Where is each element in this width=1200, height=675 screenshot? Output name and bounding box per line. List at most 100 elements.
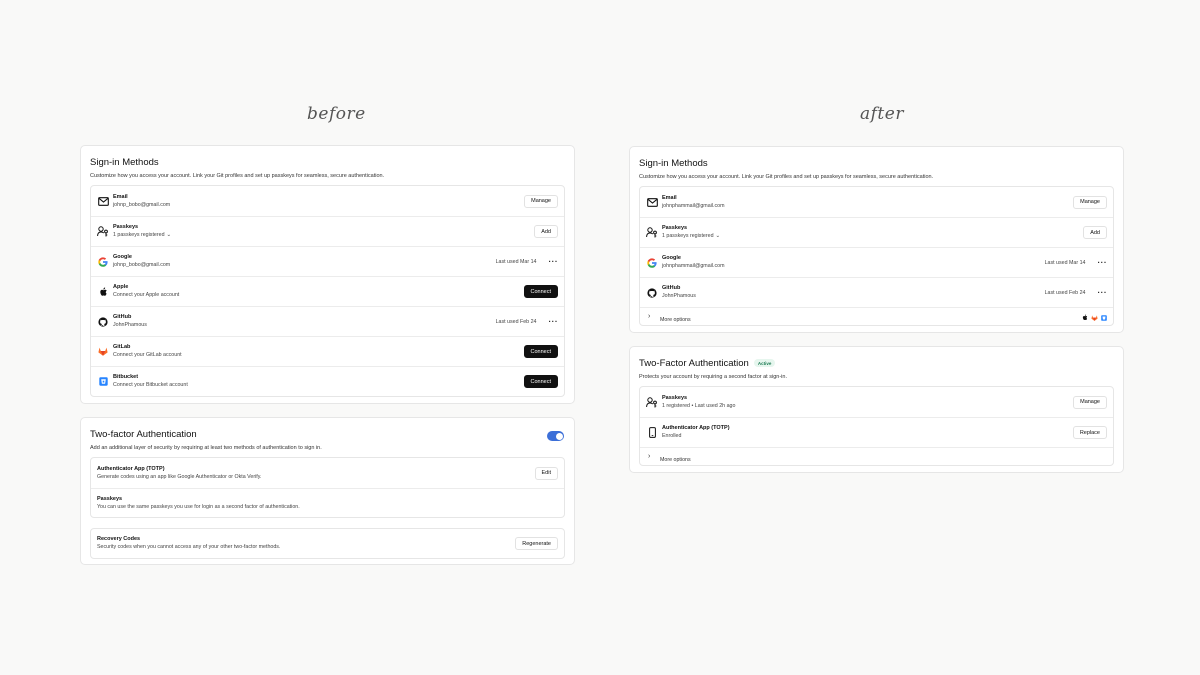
after-twofa-card: Two-Factor Authentication Active Protects… [629, 346, 1124, 473]
method-label: Authenticator App (TOTP) [662, 425, 730, 431]
status-badge: Active [753, 359, 776, 367]
more-icon[interactable]: ··· [549, 317, 559, 325]
card-title: Sign-in Methods [90, 156, 159, 168]
signin-methods-list: Email johnphammail@gmail.com Manage Passk… [639, 186, 1114, 326]
manage-email-button[interactable]: Manage [1073, 195, 1107, 209]
passkeys-row: Passkeys 1 passkeys registered ⌄ Add [640, 217, 1113, 247]
method-label: Authenticator App (TOTP) [97, 465, 165, 472]
signin-methods-list: Email johnp_bobo@gmail.com Manage Passkey… [90, 185, 565, 397]
method-label: Recovery Codes [97, 536, 141, 542]
method-value: Connect your Apple account [113, 292, 180, 298]
bitbucket-icon [97, 376, 109, 388]
two-factor-toggle[interactable] [547, 431, 564, 441]
after-caption: after [860, 104, 904, 124]
method-value: JohnPhamous [113, 322, 147, 328]
google-icon [97, 256, 109, 268]
method-value: johnp_bobo@gmail.com [113, 262, 171, 268]
provider-icons [1082, 308, 1107, 326]
regenerate-button[interactable]: Regenerate [515, 537, 558, 550]
google-row: Google johnphammail@gmail.com Last used M… [640, 247, 1113, 277]
card-description: Add an additional layer of security by r… [90, 445, 322, 451]
bitbucket-icon [1101, 308, 1107, 326]
last-used: Last used Mar 14 [1044, 259, 1086, 266]
before-caption: before [307, 104, 366, 124]
manage-passkeys-button[interactable]: Manage [1073, 395, 1107, 409]
add-passkey-button[interactable]: Add [1083, 226, 1107, 239]
mail-icon [646, 196, 658, 208]
more-options-label: More options [660, 316, 691, 323]
more-options-row[interactable]: › More options [640, 307, 1113, 325]
more-icon[interactable]: ··· [1098, 288, 1108, 296]
github-icon [97, 316, 109, 328]
replace-authenticator-button[interactable]: Replace [1072, 426, 1107, 439]
before-signin-card: Sign-in Methods Customize how you access… [80, 145, 575, 404]
more-icon[interactable]: ··· [1098, 258, 1108, 266]
recovery-codes-row: Recovery Codes Security codes when you ca… [91, 529, 564, 558]
add-passkey-button[interactable]: Add [534, 225, 558, 238]
method-label: Passkeys [662, 225, 688, 231]
gitlab-icon [1091, 308, 1098, 326]
more-icon[interactable]: ··· [549, 257, 559, 265]
method-label: Google [662, 255, 681, 261]
authenticator-row: Authenticator App (TOTP) Enrolled Replace [640, 417, 1113, 447]
card-title: Two-factor Authentication [90, 428, 197, 440]
last-used: Last used Feb 24 [495, 318, 537, 325]
github-row: GitHub JohnPhamous Last used Feb 24 ··· [91, 306, 564, 336]
method-value: Generate codes using an app like Google … [97, 473, 262, 480]
method-value: Enrolled [662, 433, 682, 439]
method-label: GitLab [113, 344, 131, 350]
before-twofa-card: Two-factor Authentication Add an additio… [80, 417, 575, 565]
manage-email-button[interactable]: Manage [524, 194, 558, 208]
method-value: Connect your Bitbucket account [113, 382, 188, 388]
more-options-row[interactable]: › More options [640, 447, 1113, 465]
google-row: Google johnp_bobo@gmail.com Last used Mar… [91, 246, 564, 276]
github-row: GitHub JohnPhamous Last used Feb 24 ··· [640, 277, 1113, 307]
mail-icon [97, 195, 109, 207]
last-used: Last used Mar 14 [495, 258, 537, 265]
card-description: Protects your account by requiring a sec… [639, 374, 787, 380]
gitlab-icon [97, 346, 109, 358]
phone-icon [646, 427, 658, 439]
more-options-label: More options [660, 456, 691, 463]
method-value: 1 registered • Last used 2h ago [662, 402, 736, 409]
method-label: Passkeys [113, 224, 139, 230]
method-label: Passkeys [662, 394, 688, 401]
method-value: johnphammail@gmail.com [662, 202, 725, 209]
chevron-down-icon[interactable]: ⌄ [167, 231, 171, 239]
method-value: 1 passkeys registered [113, 232, 165, 238]
method-value: johnp_bobo@gmail.com [113, 201, 171, 208]
passkey-icon [97, 226, 109, 238]
card-description: Customize how you access your account. L… [90, 173, 385, 179]
passkeys-2fa-row: Passkeys You can use the same passkeys yo… [91, 488, 564, 517]
method-label: Email [113, 193, 128, 200]
connect-apple-button[interactable]: Connect [523, 285, 558, 298]
chevron-right-icon: › [648, 313, 651, 320]
method-label: Bitbucket [113, 374, 139, 380]
two-factor-methods-list: Passkeys 1 registered • Last used 2h ago … [639, 386, 1114, 466]
connect-bitbucket-button[interactable]: Connect [523, 375, 558, 388]
apple-icon [97, 286, 109, 298]
email-row: Email johnphammail@gmail.com Manage [640, 187, 1113, 217]
method-value: johnphammail@gmail.com [662, 263, 725, 269]
method-value: Security codes when you cannot access an… [97, 544, 281, 550]
chevron-right-icon: › [648, 453, 651, 460]
apple-icon [1082, 308, 1088, 326]
method-label: Passkeys [97, 495, 123, 502]
connect-gitlab-button[interactable]: Connect [523, 345, 558, 358]
after-signin-card: Sign-in Methods Customize how you access… [629, 146, 1124, 333]
passkey-icon [646, 396, 658, 408]
edit-authenticator-button[interactable]: Edit [534, 466, 558, 480]
method-value: You can use the same passkeys you use fo… [97, 503, 300, 510]
google-icon [646, 257, 658, 269]
two-factor-methods-list: Authenticator App (TOTP) Generate codes u… [90, 457, 565, 518]
passkeys-2fa-row: Passkeys 1 registered • Last used 2h ago … [640, 387, 1113, 417]
chevron-down-icon[interactable]: ⌄ [716, 232, 720, 240]
passkeys-row: Passkeys 1 passkeys registered ⌄ Add [91, 216, 564, 246]
apple-row: Apple Connect your Apple account Connect [91, 276, 564, 306]
method-label: Google [113, 254, 132, 260]
email-row: Email johnp_bobo@gmail.com Manage [91, 186, 564, 216]
recovery-list: Recovery Codes Security codes when you ca… [90, 528, 565, 559]
bitbucket-row: Bitbucket Connect your Bitbucket account … [91, 366, 564, 396]
card-title: Two-Factor Authentication [639, 357, 749, 369]
method-label: GitHub [662, 285, 681, 291]
